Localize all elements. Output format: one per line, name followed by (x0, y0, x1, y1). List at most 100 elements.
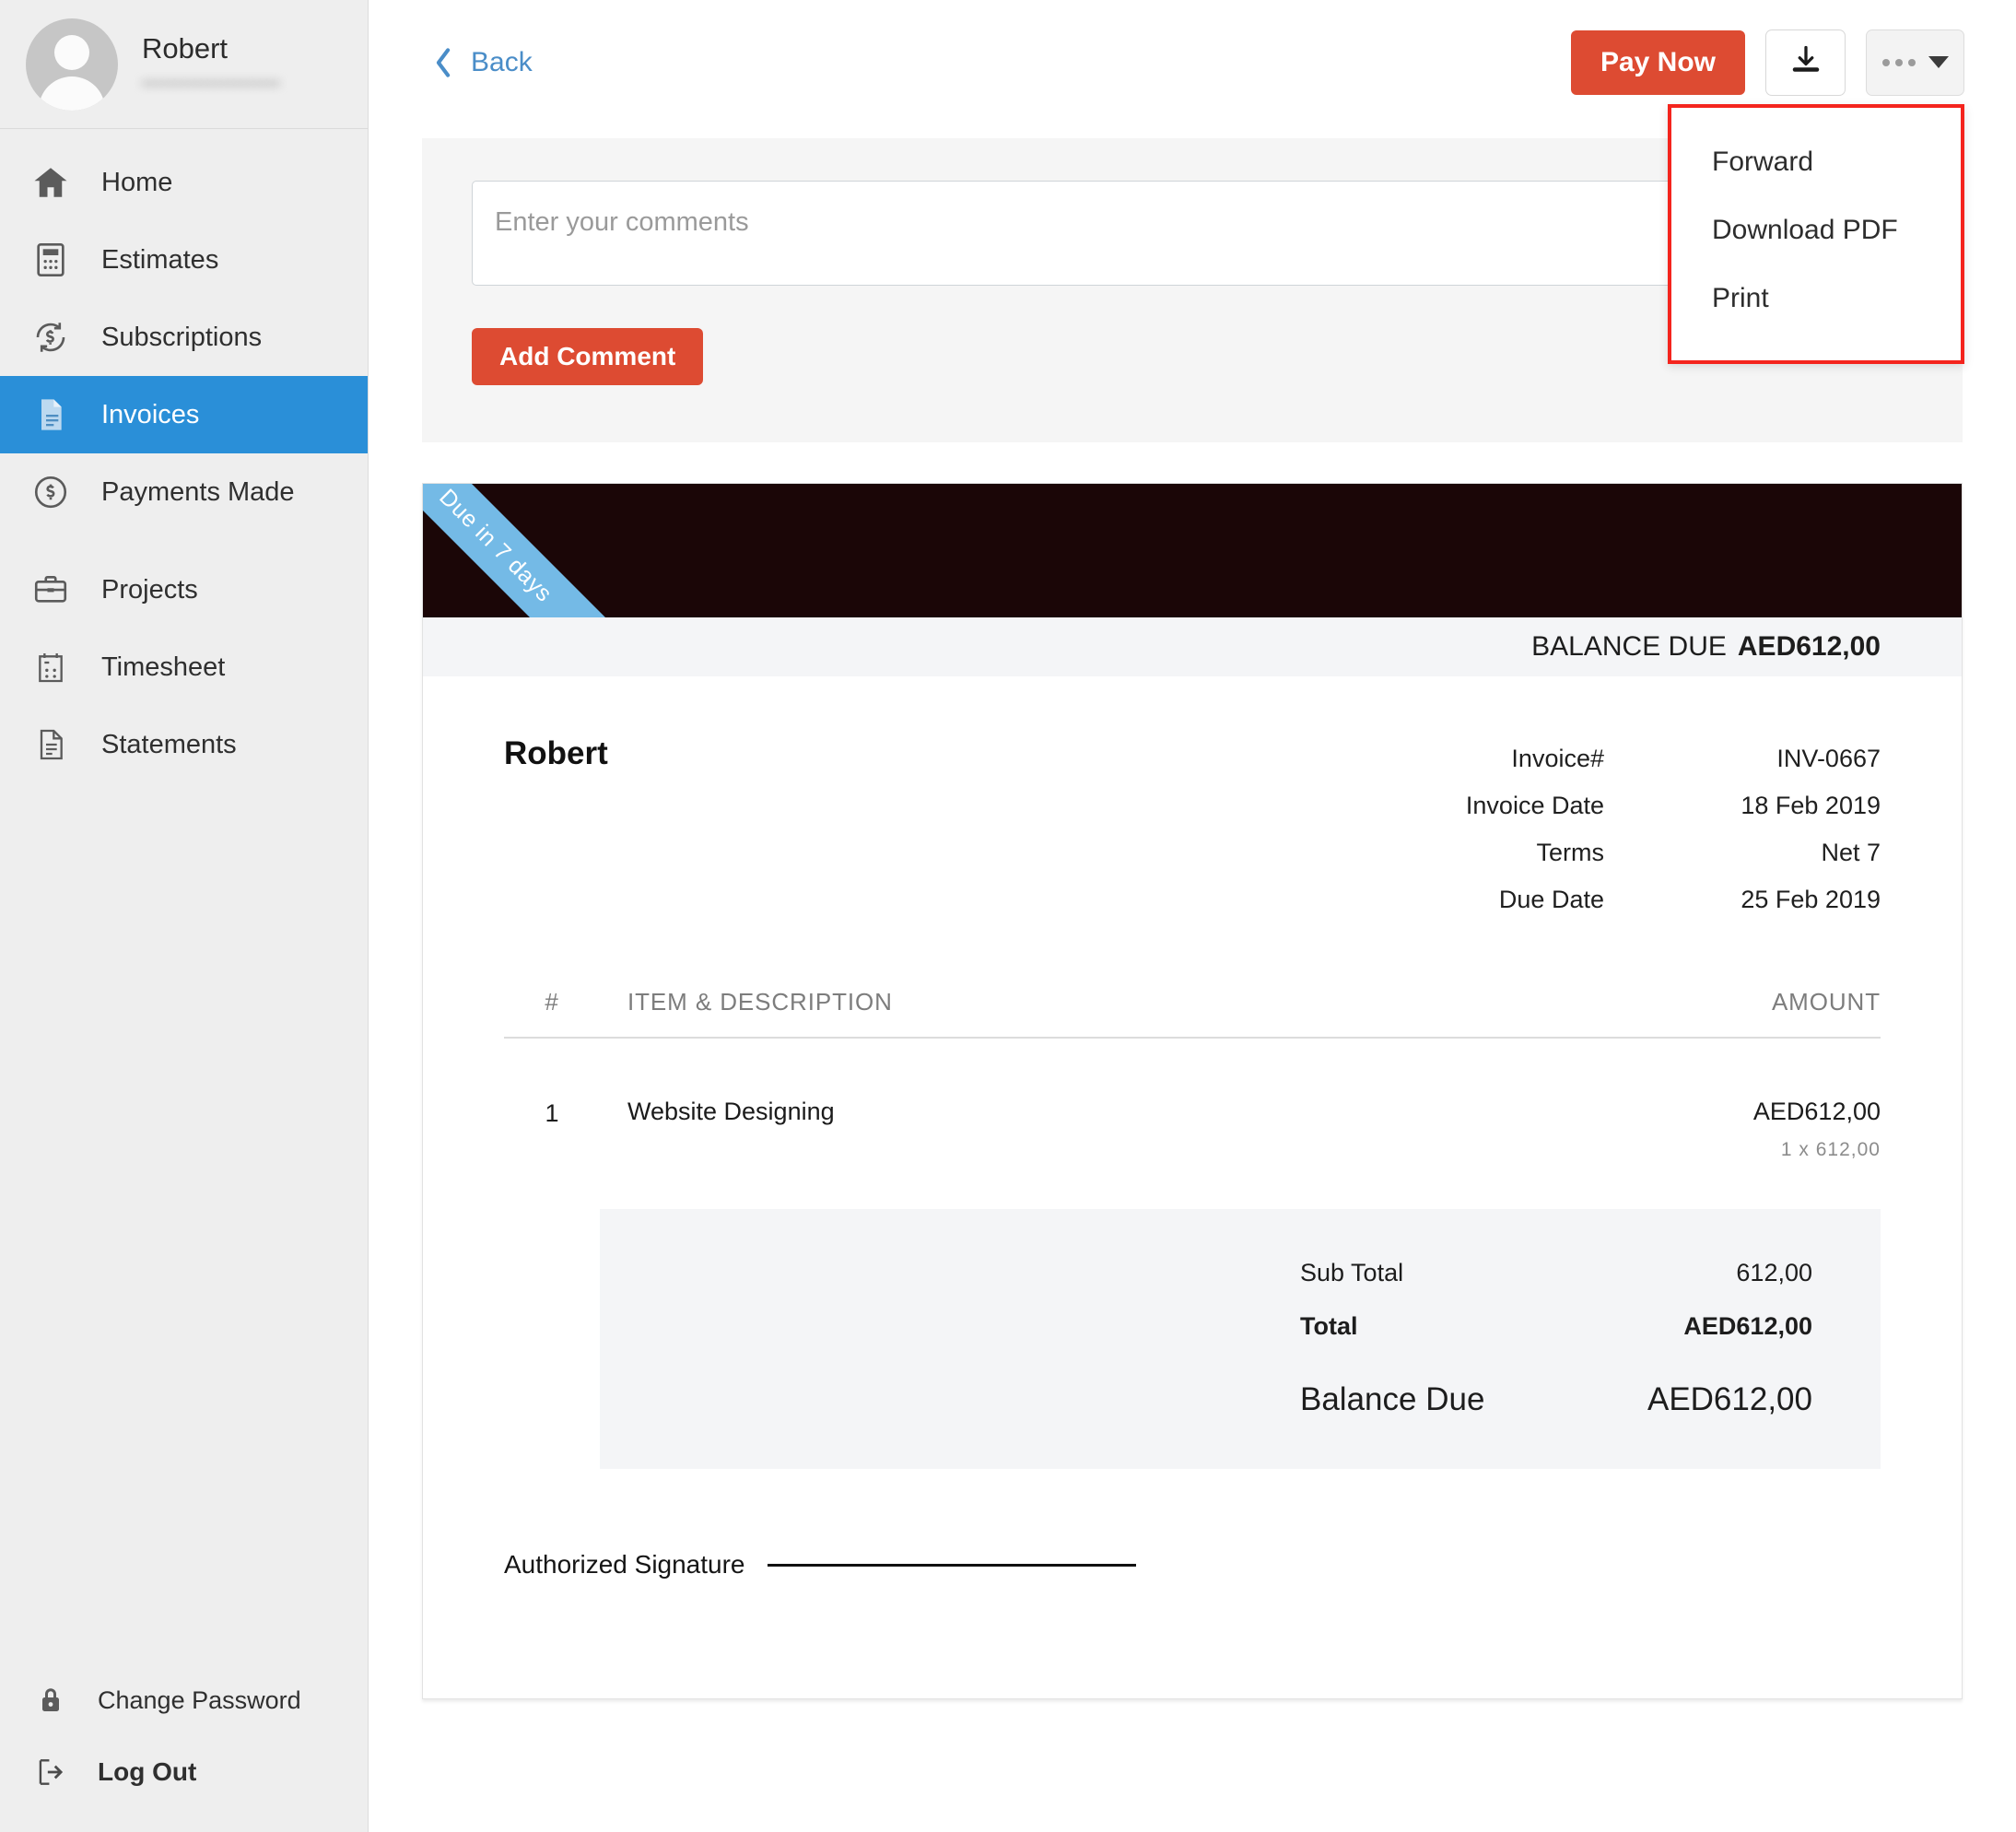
total-label: Balance Due (1300, 1373, 1484, 1427)
invoice-balance-bar: BALANCE DUE AED612,00 (423, 617, 1962, 676)
ellipsis-icon (1882, 59, 1916, 66)
chevron-left-icon (433, 47, 453, 78)
total-label: Total (1300, 1299, 1358, 1353)
sidebar-item-change-password[interactable]: Change Password (0, 1664, 368, 1736)
column-header-number: # (504, 988, 600, 1016)
signature-label: Authorized Signature (504, 1550, 745, 1580)
meta-value: 18 Feb 2019 (1604, 782, 1881, 829)
calculator-icon (29, 239, 72, 281)
sidebar-item-estimates[interactable]: Estimates (0, 221, 368, 299)
invoice-body: Robert Invoice# INV-0667 Invoice Date 18… (423, 676, 1962, 1644)
dropdown-item-download-pdf[interactable]: Download PDF (1671, 196, 1961, 264)
sidebar-item-label: Timesheet (101, 652, 225, 683)
briefcase-icon (29, 569, 72, 611)
balance-due-amount: AED612,00 (1738, 631, 1881, 663)
add-comment-button[interactable]: Add Comment (472, 328, 703, 385)
meta-label: Invoice Date (1236, 782, 1604, 829)
sidebar-item-log-out[interactable]: Log Out (0, 1736, 368, 1808)
download-button[interactable] (1765, 29, 1846, 96)
meta-value: 25 Feb 2019 (1604, 876, 1881, 923)
sidebar-item-projects[interactable]: Projects (0, 551, 368, 628)
total-row-total: Total AED612,00 (600, 1299, 1812, 1353)
total-row-balance-due: Balance Due AED612,00 (600, 1373, 1812, 1427)
meta-value: INV-0667 (1604, 735, 1881, 782)
sidebar-item-invoices[interactable]: Invoices (0, 376, 368, 453)
invoice-meta-row: Invoice# INV-0667 (1236, 735, 1881, 782)
lock-icon (29, 1679, 72, 1721)
sidebar-item-label: Projects (101, 575, 198, 605)
invoice-document-icon (29, 393, 72, 436)
main-content: Back Pay Now For (369, 0, 2016, 1832)
sidebar-item-timesheet[interactable]: Timesheet (0, 628, 368, 706)
app-root: Robert ••••••••••••••••••••• Home (0, 0, 2016, 1832)
invoice-meta-row: Due Date 25 Feb 2019 (1236, 876, 1881, 923)
top-toolbar: Back Pay Now For (369, 0, 2016, 124)
sidebar: Robert ••••••••••••••••••••• Home (0, 0, 369, 1832)
home-icon (29, 161, 72, 204)
sidebar-item-label: Statements (101, 730, 237, 760)
row-number: 1 (504, 1098, 600, 1128)
back-label: Back (471, 47, 533, 78)
pay-now-button[interactable]: Pay Now (1571, 30, 1745, 95)
invoice-header-row: Robert Invoice# INV-0667 Invoice Date 18… (504, 735, 1881, 923)
invoice-meta-row: Invoice Date 18 Feb 2019 (1236, 782, 1881, 829)
column-header-amount: AMOUNT (1576, 988, 1881, 1016)
invoice-business-name: Robert (504, 735, 608, 772)
invoice-meta-row: Terms Net 7 (1236, 829, 1881, 876)
sidebar-item-subscriptions[interactable]: Subscriptions (0, 299, 368, 376)
invoice-totals: Sub Total 612,00 Total AED612,00 Balance… (600, 1209, 1881, 1469)
total-value: 612,00 (1736, 1246, 1812, 1299)
sidebar-item-home[interactable]: Home (0, 144, 368, 221)
timesheet-icon (29, 646, 72, 688)
meta-label: Due Date (1236, 876, 1604, 923)
due-status-ribbon: Due in 7 days (423, 484, 622, 617)
download-icon (1789, 43, 1823, 81)
profile-header: Robert ••••••••••••••••••••• (0, 0, 368, 129)
dollar-circle-icon (29, 471, 72, 513)
authorized-signature: Authorized Signature (504, 1550, 1881, 1644)
sidebar-item-label: Log Out (98, 1757, 196, 1787)
sidebar-item-label: Home (101, 168, 172, 198)
sidebar-item-label: Payments Made (101, 477, 295, 508)
sidebar-item-label: Invoices (101, 400, 199, 430)
column-header-description: ITEM & DESCRIPTION (600, 988, 1576, 1016)
back-button[interactable]: Back (433, 47, 533, 78)
table-header-row: # ITEM & DESCRIPTION AMOUNT (504, 988, 1881, 1039)
sidebar-footer: Change Password Log Out (0, 1664, 368, 1832)
caret-down-icon (1928, 56, 1949, 68)
total-row-sub-total: Sub Total 612,00 (600, 1246, 1812, 1299)
dropdown-item-print[interactable]: Print (1671, 264, 1961, 333)
due-ribbon-wrapper: Due in 7 days (423, 484, 635, 617)
more-actions-dropdown: Forward Download PDF Print (1668, 104, 1964, 364)
more-actions-button[interactable] (1866, 29, 1964, 96)
invoice-line-items-table: # ITEM & DESCRIPTION AMOUNT 1 Website De… (504, 988, 1881, 1161)
meta-label: Terms (1236, 829, 1604, 876)
avatar (26, 18, 118, 111)
profile-email: ••••••••••••••••••••• (142, 75, 280, 95)
profile-name: Robert (142, 33, 280, 65)
statement-document-icon (29, 723, 72, 766)
meta-value: Net 7 (1604, 829, 1881, 876)
row-description: Website Designing (600, 1098, 1576, 1126)
row-amount: AED612,00 (1576, 1098, 1881, 1126)
logout-arrow-icon (29, 1751, 72, 1793)
meta-label: Invoice# (1236, 735, 1604, 782)
total-value: AED612,00 (1647, 1373, 1812, 1427)
table-row: 1 Website Designing AED612,00 1 x 612,00 (504, 1039, 1881, 1161)
sidebar-item-label: Estimates (101, 245, 218, 276)
sidebar-item-label: Change Password (98, 1686, 301, 1715)
sidebar-nav: Home Estimates (0, 129, 368, 783)
total-label: Sub Total (1300, 1246, 1403, 1299)
row-amount-cell: AED612,00 1 x 612,00 (1576, 1098, 1881, 1161)
toolbar-actions: Pay Now (1571, 29, 1964, 96)
sidebar-item-payments-made[interactable]: Payments Made (0, 453, 368, 531)
sidebar-item-statements[interactable]: Statements (0, 706, 368, 783)
recurring-dollar-icon (29, 316, 72, 358)
invoice-card: Due in 7 days BALANCE DUE AED612,00 Robe… (422, 483, 1963, 1699)
total-value: AED612,00 (1683, 1299, 1812, 1353)
dropdown-item-forward[interactable]: Forward (1671, 128, 1961, 196)
invoice-meta: Invoice# INV-0667 Invoice Date 18 Feb 20… (1236, 735, 1881, 923)
signature-line (768, 1564, 1136, 1567)
balance-due-label: BALANCE DUE (1531, 631, 1727, 663)
row-quantity-detail: 1 x 612,00 (1576, 1139, 1881, 1161)
